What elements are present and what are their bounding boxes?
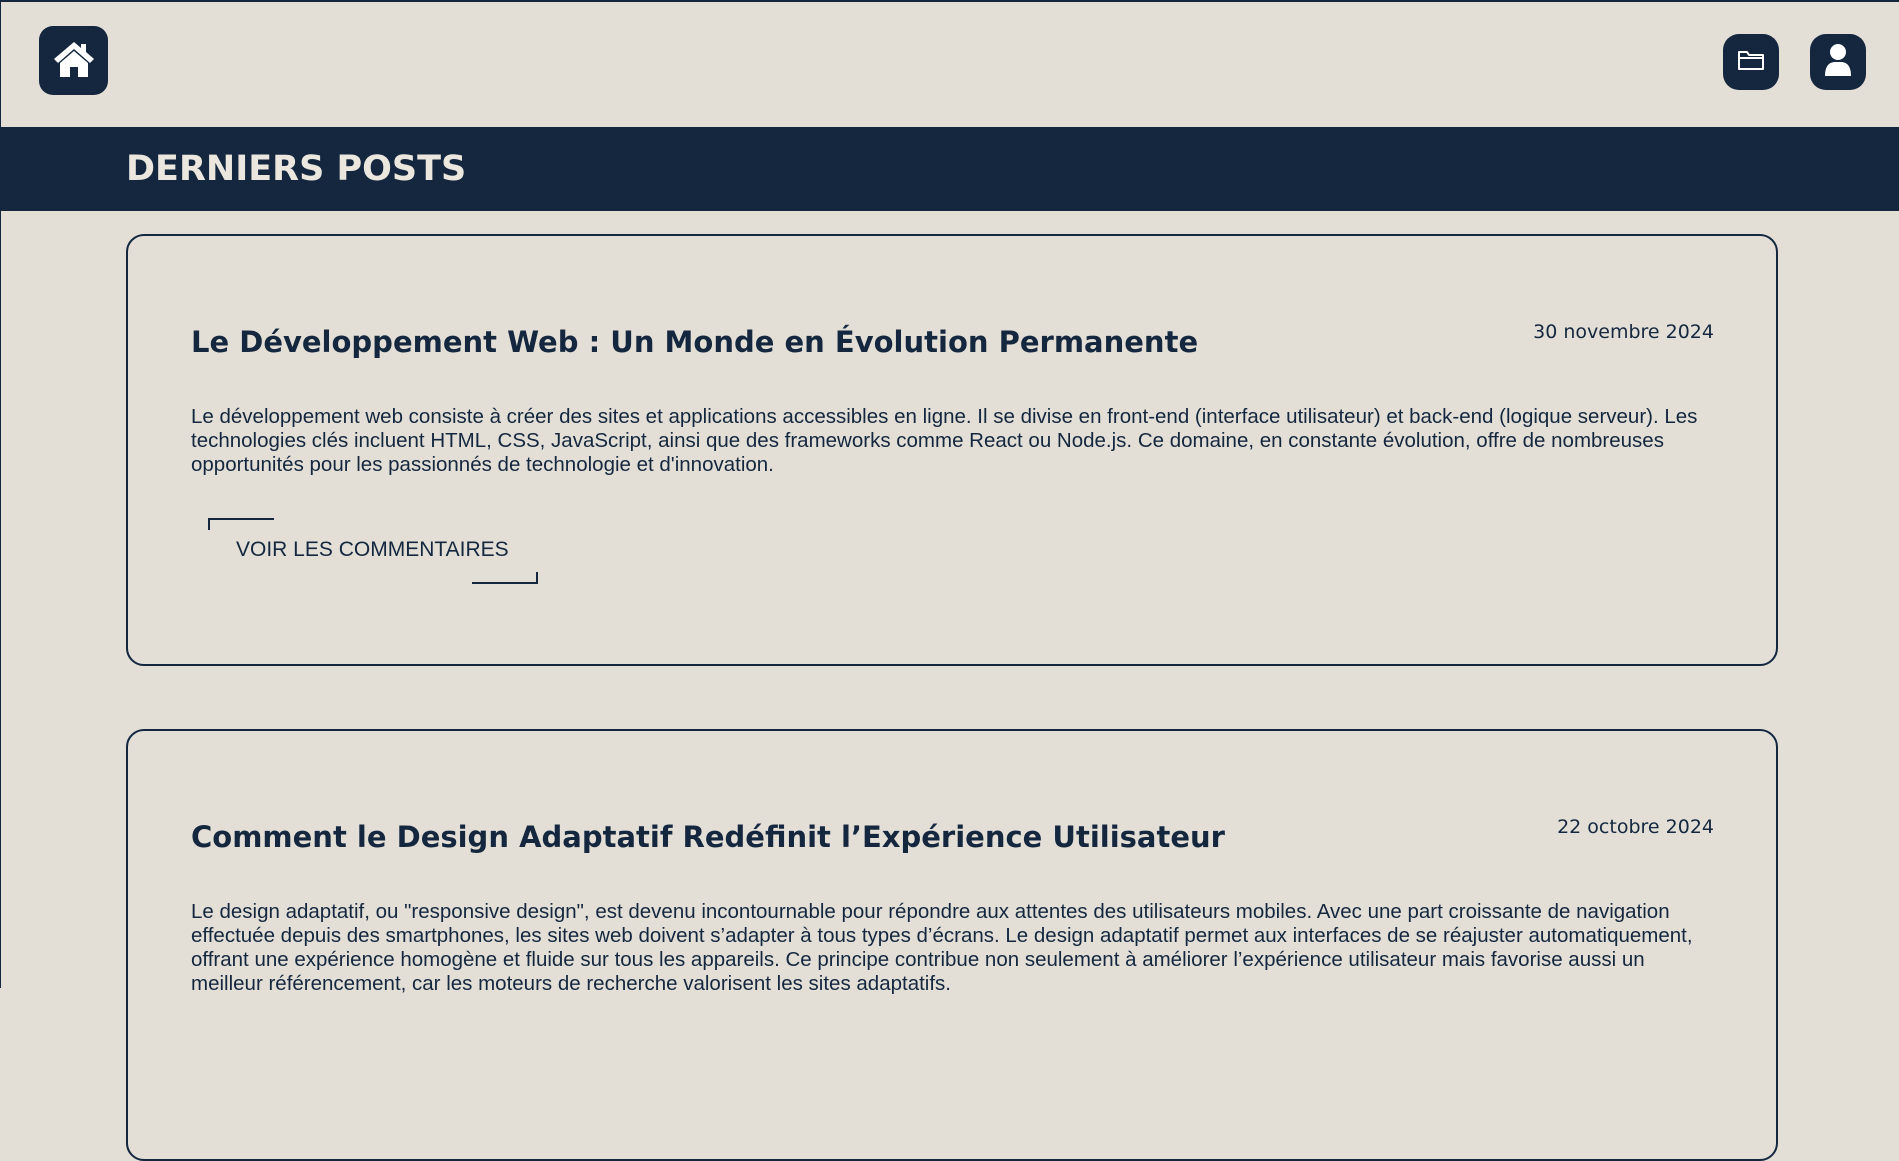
post-card: Comment le Design Adaptatif Redéfinit l’… (126, 729, 1778, 1161)
home-icon (52, 39, 96, 83)
top-navigation-bar (1, 2, 1899, 127)
user-button[interactable] (1810, 34, 1866, 90)
button-corner-decoration (472, 572, 538, 584)
section-title: DERNIERS POSTS (126, 149, 467, 189)
post-body: Le développement web consiste à créer de… (191, 405, 1698, 476)
post-card: Le Développement Web : Un Monde en Évolu… (126, 234, 1778, 666)
folder-button[interactable] (1723, 34, 1779, 90)
button-corner-decoration (208, 518, 274, 530)
post-date: 30 novembre 2024 (1533, 321, 1714, 343)
section-header: DERNIERS POSTS (1, 127, 1899, 211)
folder-icon (1737, 49, 1765, 75)
home-button[interactable] (39, 26, 108, 95)
post-date: 22 octobre 2024 (1557, 816, 1714, 838)
post-title: Comment le Design Adaptatif Redéfinit l’… (191, 820, 1225, 854)
user-icon (1824, 43, 1852, 81)
view-comments-button[interactable]: VOIR LES COMMENTAIRES (208, 518, 538, 584)
post-title: Le Développement Web : Un Monde en Évolu… (191, 325, 1199, 359)
post-body: Le design adaptatif, ou "responsive desi… (191, 900, 1693, 995)
view-comments-label: VOIR LES COMMENTAIRES (236, 538, 509, 561)
